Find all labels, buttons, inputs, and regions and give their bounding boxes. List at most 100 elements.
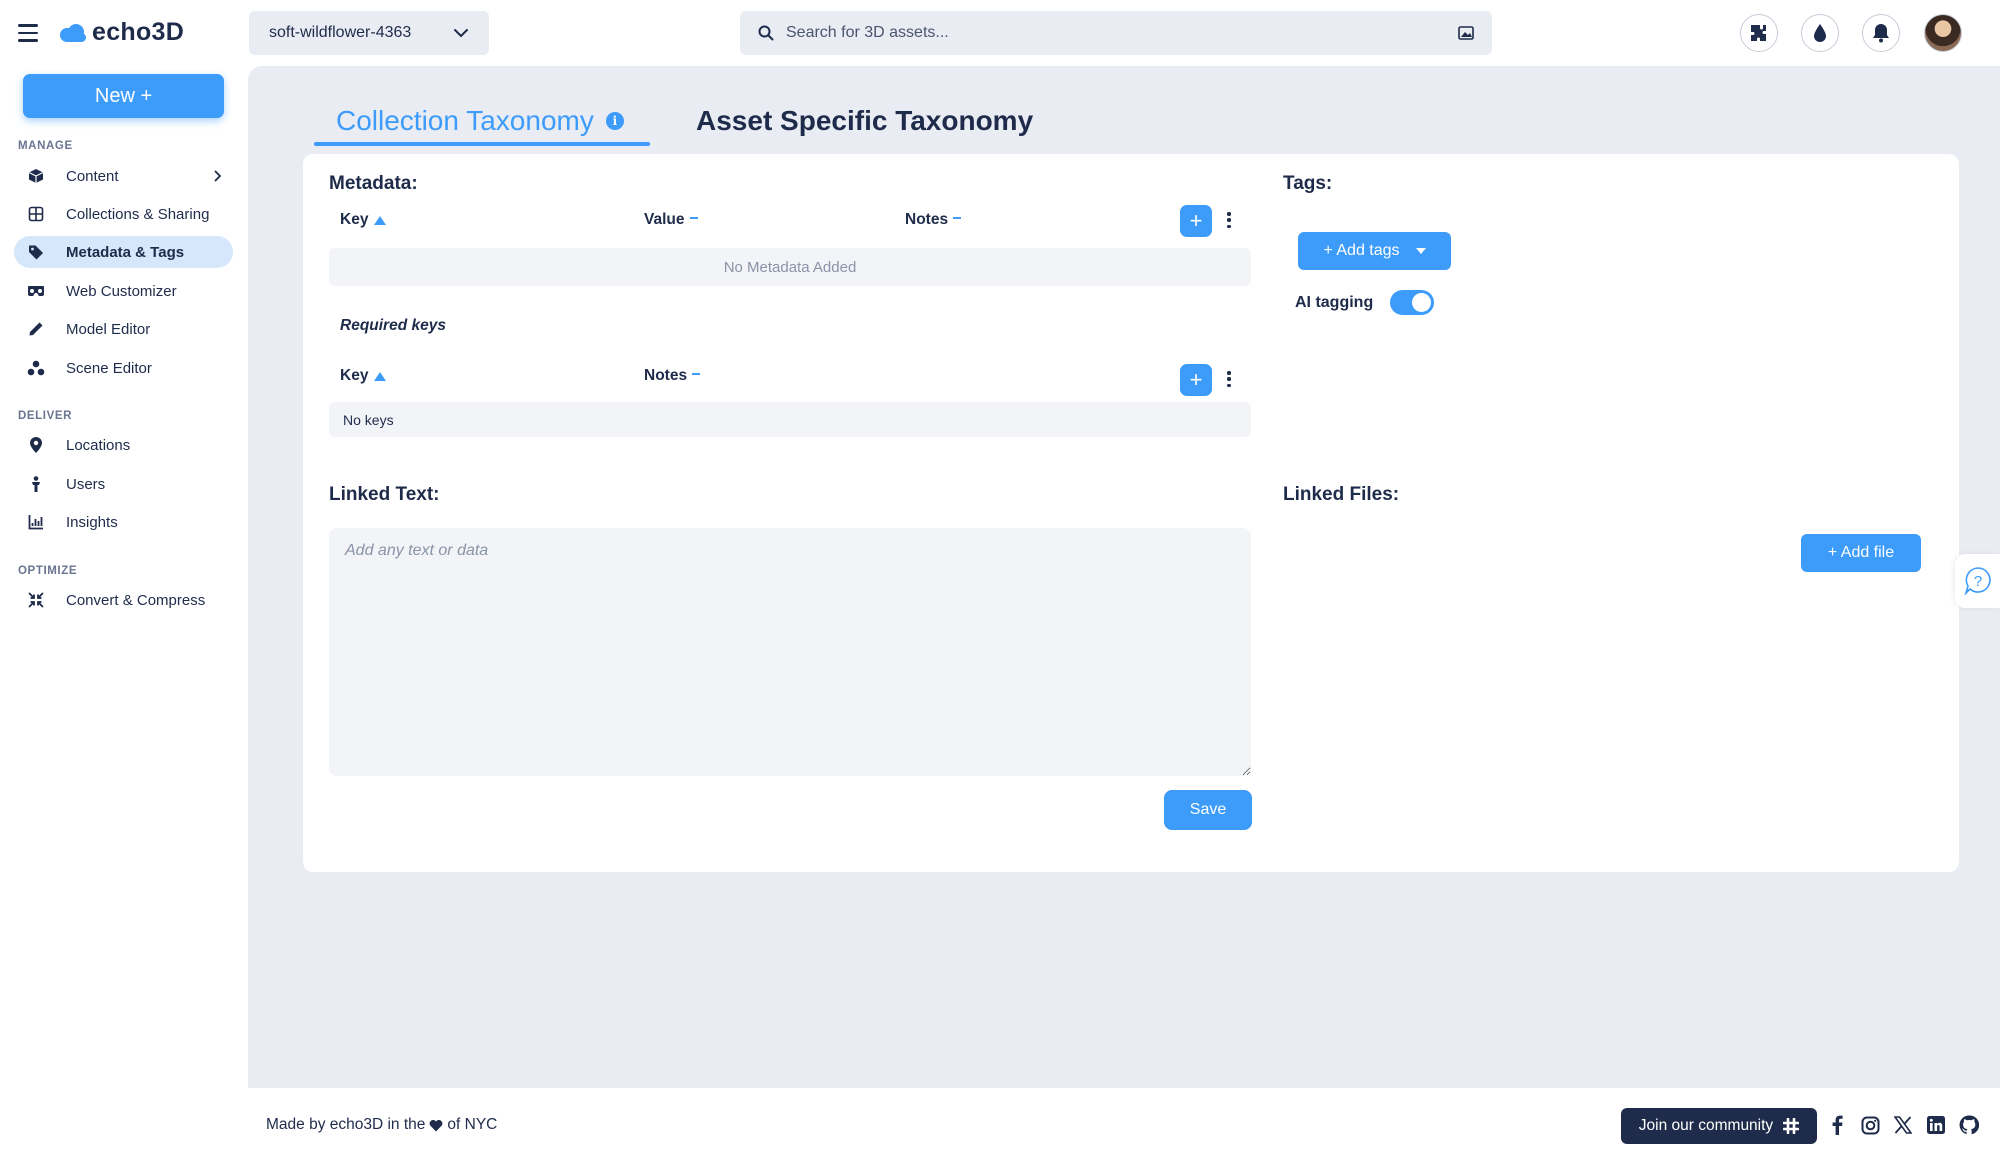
info-icon[interactable]: i: [605, 112, 624, 130]
required-keys-col-notes[interactable]: Notes: [644, 367, 701, 385]
sidebar-item-collections[interactable]: Collections & Sharing: [14, 198, 233, 230]
join-community-button[interactable]: Join our community: [1621, 1108, 1817, 1144]
footer: Made by echo3D in the of NYC Join our co…: [248, 1088, 2000, 1164]
linkedin-icon[interactable]: [1925, 1114, 1947, 1136]
column-label: Key: [340, 211, 369, 228]
help-button[interactable]: ?: [1955, 554, 2000, 608]
chevron-down-icon: [454, 29, 468, 38]
logo-text: echo3D: [92, 18, 185, 46]
chevron-right-icon: [214, 170, 221, 182]
pencil-icon: [27, 320, 45, 338]
metadata-empty-row: No Metadata Added: [329, 248, 1251, 286]
sidebar-item-insights[interactable]: Insights: [14, 506, 233, 538]
required-keys-title: Required keys: [340, 317, 446, 334]
linked-text-input[interactable]: [329, 528, 1251, 776]
ai-tagging-toggle[interactable]: [1390, 290, 1434, 315]
add-tags-button[interactable]: + Add tags: [1298, 232, 1451, 270]
metadata-more-icon[interactable]: [1224, 210, 1234, 230]
column-label: Notes: [644, 367, 688, 384]
new-button[interactable]: New +: [23, 74, 224, 118]
sidebar-item-label: Users: [66, 475, 106, 493]
sidebar-item-locations[interactable]: Locations: [14, 429, 233, 461]
shapes-icon: [27, 359, 45, 377]
made-by-suffix: of NYC: [447, 1116, 498, 1133]
made-by-prefix: Made by echo3D in the: [266, 1116, 426, 1133]
sort-ascending-icon: [374, 215, 387, 225]
sort-none-icon: [953, 217, 962, 219]
column-label: Notes: [905, 211, 949, 228]
metadata-title: Metadata:: [329, 173, 418, 194]
sidebar: New + MANAGE Content Collections & Shari…: [0, 66, 248, 1164]
required-keys-empty-row: No keys: [329, 402, 1251, 437]
search-input[interactable]: [786, 24, 1458, 42]
image-search-icon[interactable]: [1458, 26, 1474, 40]
svg-text:?: ?: [1973, 573, 1981, 590]
save-button[interactable]: Save: [1164, 790, 1252, 830]
metadata-col-notes[interactable]: Notes: [905, 211, 962, 229]
cube-icon: [27, 167, 45, 185]
tab-collection-taxonomy[interactable]: Collection Taxonomy i: [336, 96, 624, 146]
join-community-label: Join our community: [1638, 1117, 1774, 1134]
sidebar-item-web-customizer[interactable]: Web Customizer: [14, 275, 233, 307]
user-avatar[interactable]: [1924, 14, 1962, 52]
metadata-col-key[interactable]: Key: [340, 211, 387, 229]
sidebar-item-label: Model Editor: [66, 320, 151, 338]
tag-icon: [27, 243, 45, 261]
tab-asset-specific-taxonomy[interactable]: Asset Specific Taxonomy: [696, 96, 1033, 146]
vr-goggles-icon: [27, 282, 45, 300]
sidebar-item-label: Content: [66, 167, 119, 185]
sidebar-item-label: Metadata & Tags: [66, 243, 185, 261]
bell-icon[interactable]: [1862, 14, 1900, 52]
sidebar-item-label: Scene Editor: [66, 359, 152, 377]
sidebar-item-metadata-tags[interactable]: Metadata & Tags: [14, 236, 233, 268]
tab-label: Asset Specific Taxonomy: [696, 105, 1034, 136]
caret-down-icon: [1415, 248, 1426, 254]
active-tab-indicator: [314, 142, 650, 146]
sidebar-item-users[interactable]: Users: [14, 468, 233, 500]
add-tags-label: + Add tags: [1323, 242, 1400, 259]
droplet-icon[interactable]: [1801, 14, 1839, 52]
facebook-icon[interactable]: [1826, 1114, 1848, 1136]
top-bar: echo3D soft-wildflower-4363: [0, 0, 2000, 66]
instagram-icon[interactable]: [1859, 1114, 1881, 1136]
github-icon[interactable]: [1958, 1114, 1980, 1136]
search-bar: [740, 11, 1492, 55]
sidebar-item-label: Convert & Compress: [66, 591, 206, 609]
person-icon: [27, 475, 45, 493]
column-label: Value: [644, 211, 685, 228]
metadata-col-value[interactable]: Value: [644, 211, 698, 229]
hamburger-menu-icon[interactable]: [18, 24, 38, 42]
compress-icon: [27, 591, 45, 609]
taxonomy-card: Metadata: Key Value Notes + No Metadata …: [303, 154, 1959, 872]
section-label-manage: MANAGE: [18, 140, 73, 152]
search-icon: [758, 25, 774, 41]
required-keys-col-key[interactable]: Key: [340, 367, 387, 385]
sidebar-item-label: Locations: [66, 436, 131, 454]
add-required-key-button[interactable]: +: [1180, 364, 1212, 396]
section-label-deliver: DELIVER: [18, 410, 73, 422]
sidebar-item-model-editor[interactable]: Model Editor: [14, 313, 233, 345]
chart-icon: [27, 513, 45, 531]
logo[interactable]: echo3D: [58, 18, 184, 47]
add-file-button[interactable]: + Add file: [1801, 534, 1921, 572]
sidebar-item-label: Collections & Sharing: [66, 205, 210, 223]
cloud-logo-icon: [60, 23, 86, 42]
puzzle-icon[interactable]: [1740, 14, 1778, 52]
project-select[interactable]: soft-wildflower-4363: [249, 11, 489, 55]
x-icon[interactable]: [1892, 1114, 1914, 1136]
project-select-value: soft-wildflower-4363: [269, 24, 412, 41]
map-pin-icon: [27, 436, 45, 454]
section-label-optimize: OPTIMIZE: [18, 565, 78, 577]
tab-label: Collection Taxonomy: [336, 105, 594, 136]
tags-title: Tags:: [1283, 173, 1333, 194]
required-keys-more-icon[interactable]: [1224, 369, 1234, 389]
made-by-text: Made by echo3D in the of NYC: [266, 1116, 497, 1134]
linked-files-title: Linked Files:: [1283, 484, 1400, 505]
sidebar-item-label: Insights: [66, 513, 118, 531]
main-content: Collection Taxonomy i Asset Specific Tax…: [248, 66, 2000, 1088]
sort-none-icon: [689, 217, 698, 219]
sidebar-item-scene-editor[interactable]: Scene Editor: [14, 352, 233, 384]
sidebar-item-convert-compress[interactable]: Convert & Compress: [14, 584, 233, 616]
add-metadata-button[interactable]: +: [1180, 205, 1212, 237]
sidebar-item-content[interactable]: Content: [14, 160, 233, 192]
